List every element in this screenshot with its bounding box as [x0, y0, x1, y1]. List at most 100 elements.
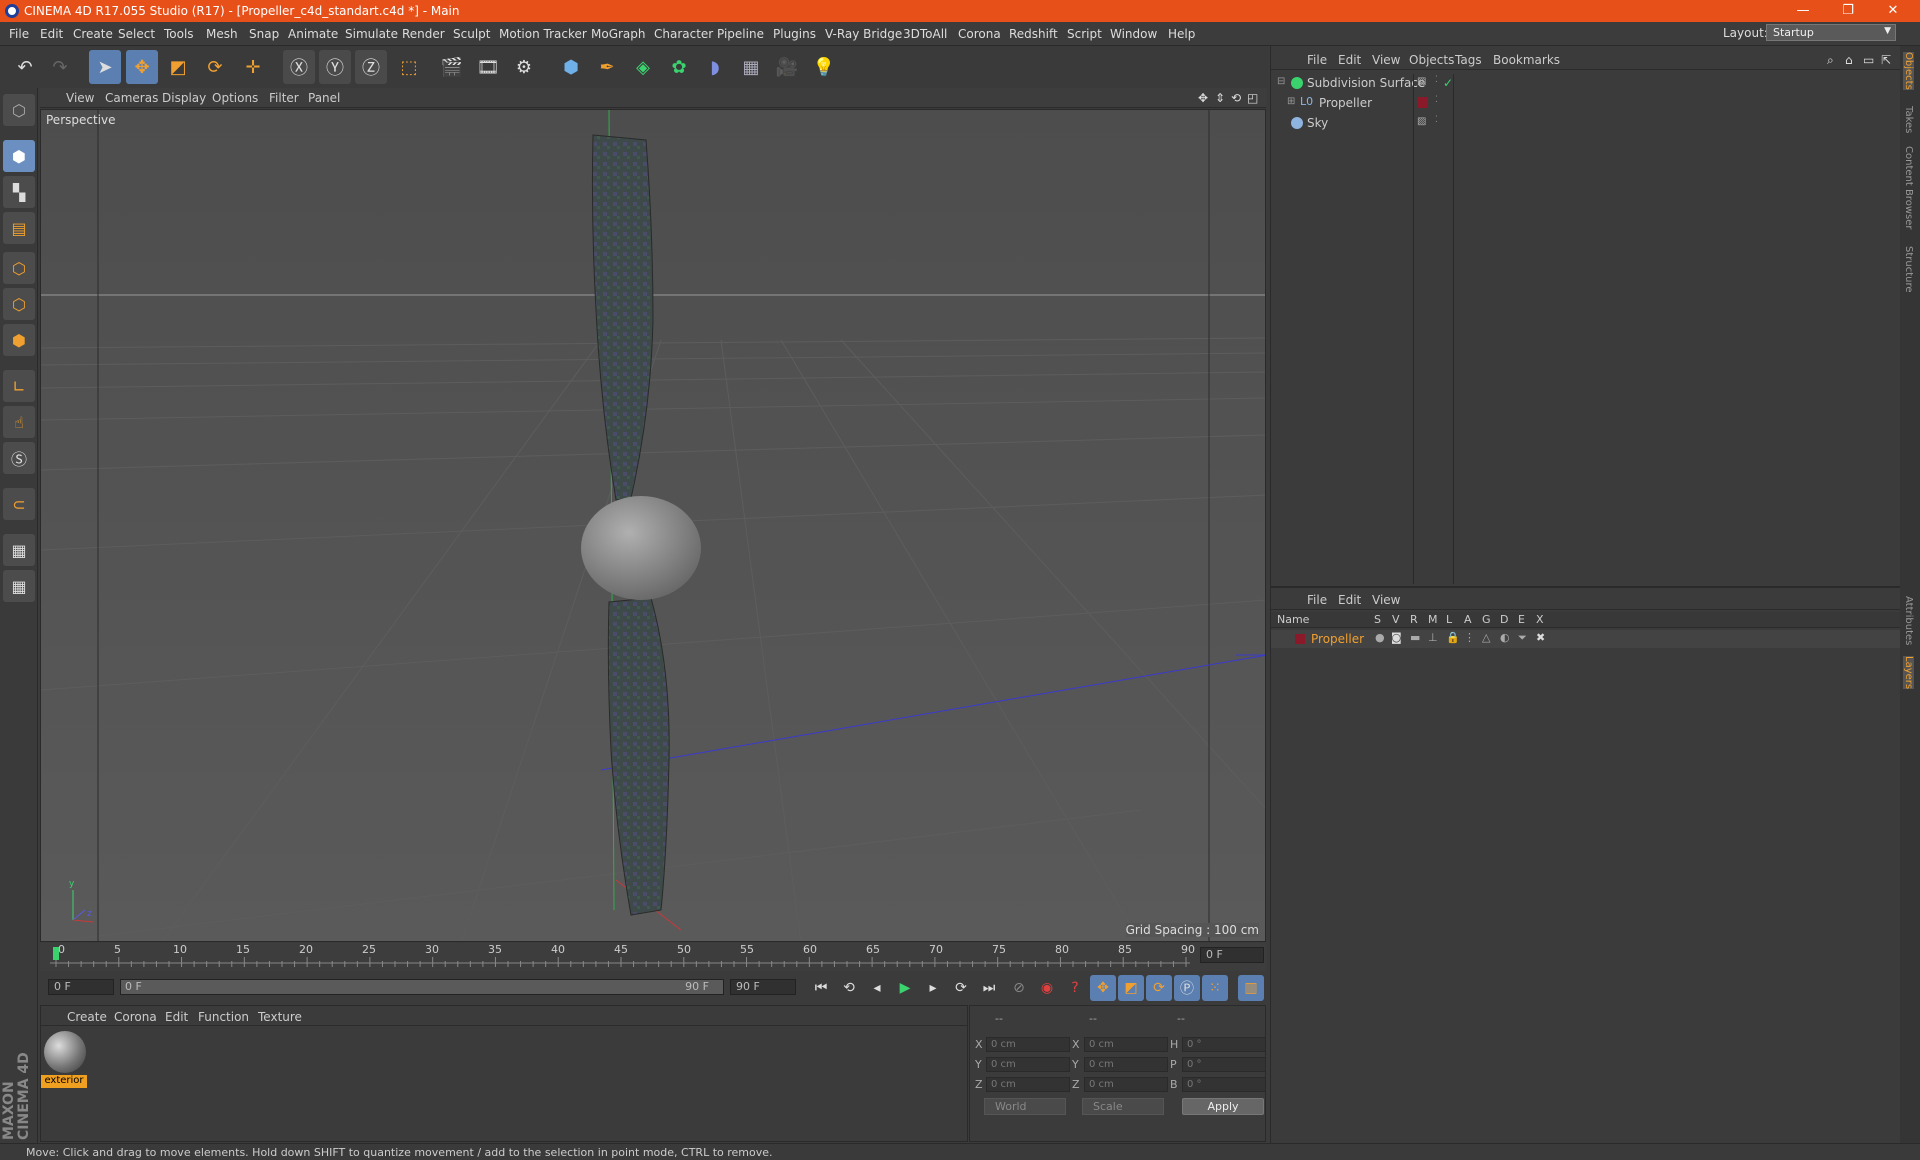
material-menu-function[interactable]: Function [198, 1010, 249, 1024]
object-row-propeller[interactable]: ⊞ L0 Propeller ⁚ [1271, 94, 1901, 112]
menu-script[interactable]: Script [1067, 27, 1102, 41]
object-menu-objects[interactable]: Objects [1409, 53, 1454, 67]
layer-col-x[interactable]: X [1536, 613, 1544, 626]
animation-toggle-icon[interactable]: ⋮ [1464, 631, 1475, 644]
key-scale-icon[interactable]: ◩ [1118, 975, 1144, 1001]
edges-mode-icon[interactable]: ⬡ [3, 288, 35, 320]
render-toggle-icon[interactable]: ▬ [1410, 631, 1420, 644]
object-row-sky[interactable]: Sky ▨ ⁚ [1271, 114, 1901, 132]
tweak-mode-icon[interactable]: ☝ [3, 406, 35, 438]
current-frame-marker[interactable] [53, 947, 59, 960]
visibility-dots-icon[interactable]: ⁚ [1435, 75, 1438, 85]
snapping-icon[interactable]: ⊂ [3, 488, 35, 520]
layer-col-l[interactable]: L [1446, 613, 1452, 626]
menu-create[interactable]: Create [73, 27, 113, 41]
x-axis-lock-icon[interactable]: Ⓧ [283, 50, 315, 84]
render-settings-icon[interactable]: ⚙ [508, 50, 540, 84]
coordinate-system-icon[interactable]: ⬚ [393, 50, 425, 84]
texture-mode-icon[interactable]: ▚ [3, 176, 35, 208]
lock-toggle-icon[interactable]: 🔒 [1446, 631, 1460, 644]
menu-character[interactable]: Character [654, 27, 713, 41]
close-button[interactable]: ✕ [1873, 1, 1913, 21]
planar-workplane-icon[interactable]: ▦ [3, 570, 35, 602]
expand-panel-icon[interactable]: ⇱ [1881, 53, 1891, 67]
search-icon[interactable]: ⌕ [1827, 53, 1834, 68]
size-z-field[interactable]: 0 cm [1084, 1077, 1168, 1092]
layer-col-r[interactable]: R [1410, 613, 1418, 626]
tab-structure[interactable]: Structure [1903, 246, 1914, 293]
play-icon[interactable]: ▶ [892, 975, 918, 1001]
material-menu-edit[interactable]: Edit [165, 1010, 188, 1024]
object-name[interactable]: Subdivision Surface [1307, 76, 1425, 90]
menu-sculpt[interactable]: Sculpt [453, 27, 490, 41]
layer-col-e[interactable]: E [1518, 613, 1525, 626]
tab-attributes[interactable]: Attributes [1903, 596, 1914, 645]
layer-col-name[interactable]: Name [1277, 613, 1309, 626]
apply-button[interactable]: Apply [1182, 1098, 1264, 1115]
viewport-move-icon[interactable]: ✥ [1198, 91, 1208, 105]
minimize-panel-icon[interactable]: ▭ [1863, 53, 1874, 67]
viewport-zoom-icon[interactable]: ⇕ [1215, 91, 1225, 105]
make-editable-icon[interactable]: ⬡ [3, 94, 35, 126]
menu-pipeline[interactable]: Pipeline [717, 27, 764, 41]
material-name[interactable]: exterior [41, 1075, 87, 1088]
collapse-icon[interactable]: ⊟ [1277, 76, 1285, 87]
tab-content-browser[interactable]: Content Browser [1903, 146, 1914, 229]
viewport-rotate-icon[interactable]: ⟲ [1231, 91, 1241, 105]
light-icon[interactable]: 💡 [808, 50, 840, 84]
key-pla-icon[interactable]: ⁙ [1202, 975, 1228, 1001]
material-menu-texture[interactable]: Texture [258, 1010, 302, 1024]
camera-icon[interactable]: 🎥 [771, 50, 803, 84]
undo-icon[interactable]: ↶ [9, 50, 41, 84]
maximize-button[interactable]: ❐ [1828, 1, 1868, 21]
solo-mode-icon[interactable]: Ⓢ [3, 442, 35, 474]
axis-mode-icon[interactable]: ∟ [3, 370, 35, 402]
model-mode-icon[interactable]: ⬢ [3, 140, 35, 172]
layer-row-propeller[interactable]: Propeller ● ◙ ▬ ⊥ 🔒 ⋮ △ ◐ ⏷ ✖ [1271, 630, 1901, 648]
minimize-button[interactable]: — [1783, 1, 1823, 21]
key-rotation-icon[interactable]: ⟳ [1146, 975, 1172, 1001]
live-selection-icon[interactable]: ➤ [89, 50, 121, 84]
layer-color-swatch[interactable] [1417, 97, 1428, 108]
layout-select[interactable]: Startup ▼ [1766, 24, 1896, 41]
rotation-b-field[interactable]: 0 ° [1182, 1077, 1266, 1092]
object-menu-tags[interactable]: Tags [1455, 53, 1482, 67]
viewport-menu-cameras[interactable]: Cameras [105, 91, 158, 105]
layer-name[interactable]: Propeller [1311, 632, 1364, 646]
autokey-icon[interactable]: ◉ [1034, 975, 1060, 1001]
floor-scene-icon[interactable]: ▦ [735, 50, 767, 84]
manager-toggle-icon[interactable]: ⊥ [1428, 631, 1438, 644]
xref-toggle-icon[interactable]: ✖ [1536, 631, 1545, 644]
rotate-tool-icon[interactable]: ⟳ [199, 50, 231, 84]
object-menu-edit[interactable]: Edit [1338, 53, 1361, 67]
layer-menu-edit[interactable]: Edit [1338, 593, 1361, 607]
z-axis-lock-icon[interactable]: Ⓩ [355, 50, 387, 84]
viewport-menu-panel[interactable]: Panel [308, 91, 340, 105]
key-parameter-icon[interactable]: Ⓟ [1174, 975, 1200, 1001]
size-mode-select[interactable]: Scale [1082, 1098, 1164, 1115]
menu-vray-bridge[interactable]: V-Ray Bridge [825, 27, 902, 41]
layer-col-m[interactable]: M [1428, 613, 1438, 626]
keyframe-selection-icon[interactable]: ? [1062, 975, 1088, 1001]
menu-render[interactable]: Render [402, 27, 445, 41]
menu-help[interactable]: Help [1168, 27, 1195, 41]
render-picture-viewer-icon[interactable]: 🎞 [472, 50, 504, 84]
next-frame-icon[interactable]: ▸ [920, 975, 946, 1001]
menu-file[interactable]: File [9, 27, 29, 41]
deformer-icon[interactable]: ◗ [699, 50, 731, 84]
subdivision-surface-icon[interactable]: ◈ [627, 50, 659, 84]
polygons-mode-icon[interactable]: ⬢ [3, 324, 35, 356]
layer-color-swatch[interactable] [1295, 634, 1305, 644]
menu-corona[interactable]: Corona [958, 27, 1001, 41]
key-position-icon[interactable]: ✥ [1090, 975, 1116, 1001]
move-tool-icon[interactable]: ✥ [126, 50, 158, 84]
viewport-menu-filter[interactable]: Filter [269, 91, 299, 105]
frame-range-slider[interactable]: 0 F 90 F [120, 979, 724, 995]
y-axis-lock-icon[interactable]: Ⓨ [319, 50, 351, 84]
workplane-icon[interactable]: ▤ [3, 212, 35, 244]
expressions-toggle-icon[interactable]: ⏷ [1518, 631, 1527, 645]
layer-menu-view[interactable]: View [1372, 593, 1400, 607]
layer-col-a[interactable]: A [1464, 613, 1472, 626]
timeline-end-field[interactable]: 0 F [1200, 947, 1264, 963]
layer-col-s[interactable]: S [1374, 613, 1381, 626]
